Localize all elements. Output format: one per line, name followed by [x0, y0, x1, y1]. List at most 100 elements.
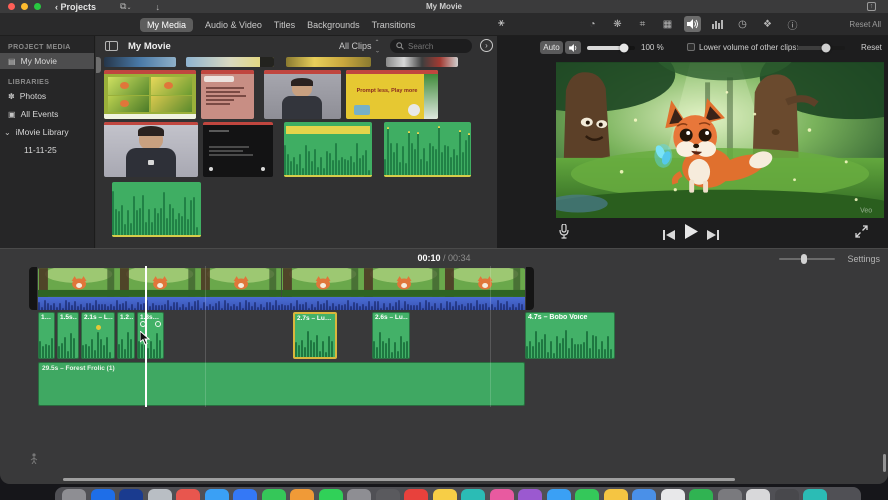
speed-icon[interactable]: ◷: [734, 16, 751, 32]
tab-titles[interactable]: Titles: [274, 20, 295, 30]
dock-icon[interactable]: [176, 489, 200, 500]
enhance-wand-icon[interactable]: ⚹: [498, 17, 505, 30]
audio-clip-3[interactable]: 1.2…: [117, 312, 135, 359]
zoom-window-button[interactable]: [34, 3, 41, 10]
volume-slider[interactable]: [587, 43, 635, 53]
tab-transitions[interactable]: Transitions: [372, 20, 416, 30]
noise-reduction-icon[interactable]: [709, 16, 726, 32]
auto-volume-button[interactable]: Auto: [540, 41, 563, 54]
download-icon[interactable]: ↓: [156, 2, 161, 12]
timeline-vertical-scrollbar[interactable]: [883, 454, 886, 472]
chevron-down-icon[interactable]: ⌄: [4, 128, 11, 137]
dock-icon[interactable]: [375, 489, 400, 500]
dock-icon[interactable]: [546, 489, 571, 500]
thumbnail-fox-grid[interactable]: [104, 70, 196, 119]
browser-scroll-handle[interactable]: [96, 57, 101, 73]
info-icon[interactable]: ⓘ: [784, 16, 801, 32]
zoom-slider-knob[interactable]: [801, 254, 808, 264]
audio-clip-0[interactable]: 1…: [38, 312, 55, 359]
sidebar-item-imovie-library[interactable]: ⌄ iMovie Library: [0, 124, 94, 140]
sidebar-item-my-movie[interactable]: ▤ My Movie: [0, 53, 94, 69]
dock-icon[interactable]: [290, 489, 314, 500]
thumbnail-strip-4[interactable]: [386, 57, 458, 67]
thumbnail-strip-2[interactable]: [186, 57, 274, 67]
thumbnail-webcam-1[interactable]: [264, 70, 341, 119]
volume-icon[interactable]: [684, 16, 701, 32]
dock-icon[interactable]: [518, 489, 542, 500]
audio-clip-bobo-voice[interactable]: 4.7s – Bobo Voice: [525, 312, 615, 359]
tab-my-media[interactable]: My Media: [140, 17, 194, 32]
projects-back-button[interactable]: ‹ Projects: [55, 2, 96, 12]
previous-frame-button[interactable]: [663, 227, 675, 245]
voiceover-mic-icon[interactable]: [559, 223, 569, 244]
thumbnail-strip-3[interactable]: [286, 57, 371, 67]
reset-all-button[interactable]: Reset All: [849, 20, 881, 29]
import-media-icon[interactable]: ⧉⌄: [120, 1, 131, 12]
fullscreen-icon[interactable]: [855, 225, 868, 243]
tab-backgrounds[interactable]: Backgrounds: [307, 20, 360, 30]
dock-icon[interactable]: [774, 489, 799, 500]
dock-icon[interactable]: [660, 489, 685, 500]
color-correction-icon[interactable]: ❋: [609, 16, 626, 32]
thumbnail-promo[interactable]: Prompt less, Play more: [346, 70, 438, 119]
video-clip-filmstrip[interactable]: [38, 268, 525, 297]
color-balance-icon[interactable]: ◔: [584, 16, 601, 32]
stabilization-icon[interactable]: ▦: [659, 16, 676, 32]
audio-clip-1[interactable]: 1.5s…: [57, 312, 79, 359]
sidebar-item-event-11-11-25[interactable]: 11-11-25: [0, 142, 94, 158]
dock-icon[interactable]: [746, 489, 770, 500]
dock-icon[interactable]: [603, 489, 628, 500]
thumbnail-audio-loud[interactable]: [284, 122, 372, 177]
dock-icon[interactable]: [489, 489, 514, 500]
audio-clip-2[interactable]: 2.1s – L…: [81, 312, 115, 359]
dock-icon[interactable]: [204, 489, 229, 500]
dock-icon[interactable]: [119, 489, 143, 500]
dock-icon[interactable]: [261, 489, 286, 500]
mute-button[interactable]: [565, 41, 581, 54]
thumbnail-audio-3[interactable]: [112, 182, 201, 237]
thumbnail-notes-doc[interactable]: [201, 70, 254, 119]
audio-clip-6[interactable]: 2.6s – Lu…: [372, 312, 410, 359]
play-button[interactable]: [683, 224, 698, 244]
tab-audio-video[interactable]: Audio & Video: [205, 20, 262, 30]
dock-icon[interactable]: [632, 489, 656, 500]
dock-icon[interactable]: [461, 489, 485, 500]
dock-icon[interactable]: [432, 489, 457, 500]
dock-icon[interactable]: [147, 489, 172, 500]
music-clip-forest-frolic[interactable]: 29.5s – Forest Frolic (1): [38, 362, 525, 406]
trim-handle-left[interactable]: [29, 267, 37, 310]
dock-icon[interactable]: [404, 489, 428, 500]
keyframe-dot[interactable]: [96, 325, 101, 330]
timeline-settings-button[interactable]: Settings: [847, 254, 880, 264]
crop-icon[interactable]: ⌗: [634, 16, 651, 32]
timeline-zoom-slider[interactable]: [779, 254, 835, 264]
thumbnail-audio-spiky[interactable]: [384, 122, 471, 177]
lower-volume-checkbox[interactable]: [687, 43, 695, 51]
thumbnail-webcam-2[interactable]: [104, 122, 198, 177]
video-audio-strip[interactable]: [38, 297, 525, 310]
thumbnail-code-window[interactable]: [203, 122, 273, 177]
dock-icon[interactable]: [347, 489, 371, 500]
dock-icon[interactable]: [717, 489, 742, 500]
dock-icon[interactable]: [575, 489, 599, 500]
sidebar-toggle-icon[interactable]: [105, 41, 118, 51]
share-icon[interactable]: ↑: [867, 2, 876, 11]
audio-clip-5-selected[interactable]: 2.7s – Lu…: [293, 312, 337, 359]
minimize-window-button[interactable]: [21, 3, 28, 10]
fade-handle[interactable]: [155, 321, 161, 327]
thumbnail-strip-1[interactable]: [104, 57, 176, 67]
volume-slider-knob[interactable]: [619, 43, 629, 53]
dock-icon[interactable]: [233, 489, 257, 500]
close-window-button[interactable]: [8, 3, 15, 10]
dock-icon[interactable]: [689, 489, 713, 500]
dock-icon[interactable]: [318, 489, 343, 500]
timeline-horizontal-scrollbar[interactable]: [63, 478, 735, 481]
clip-filter-dropdown[interactable]: All Clips ⌃ ⌃: [339, 40, 380, 52]
reset-button[interactable]: Reset: [861, 43, 882, 52]
forward-circle-icon[interactable]: ›: [480, 39, 493, 52]
dock-icon[interactable]: [90, 489, 115, 500]
sidebar-item-photos[interactable]: ✽ Photos: [0, 88, 94, 104]
dock-icon[interactable]: [62, 489, 86, 500]
search-input[interactable]: [408, 41, 466, 51]
search-field[interactable]: [390, 39, 472, 53]
